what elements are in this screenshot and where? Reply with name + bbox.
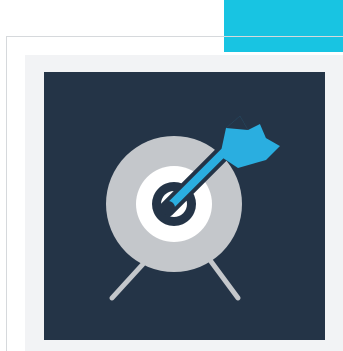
graphic-frame (0, 0, 343, 351)
icon-tile (44, 72, 325, 340)
target-dart-icon (44, 72, 325, 340)
dart-tip (161, 201, 175, 215)
